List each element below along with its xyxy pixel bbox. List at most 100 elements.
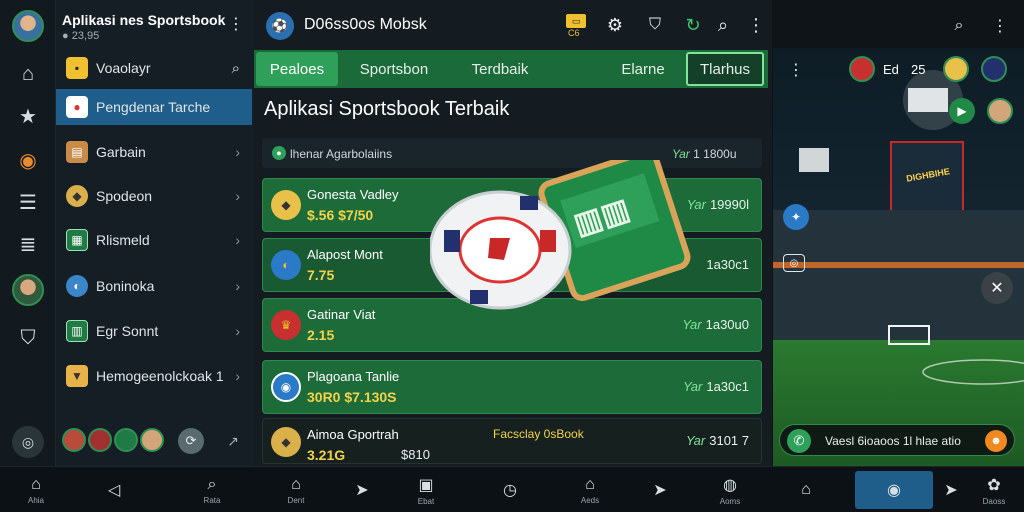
refresh-icon[interactable]: ↻	[682, 14, 704, 36]
menu-item-rlismeld[interactable]: ▦ Rlismeld ›	[56, 220, 252, 260]
power-icon[interactable]: ◎	[12, 426, 44, 458]
sports-ball-icon[interactable]: ⟳	[178, 428, 204, 454]
friend-avatar[interactable]	[88, 428, 112, 452]
menu-item-label: Garbain	[96, 144, 146, 160]
menu-item-hemogeenolckoak[interactable]: ▼ Hemogeenolckoak 1 ›	[56, 356, 252, 396]
shield-icon[interactable]: ⛉	[644, 14, 666, 36]
stats-icon[interactable]: ✦	[783, 204, 809, 230]
match-row[interactable]: ◉ Plagoana Tanlie 30R0 $7.130S Yar 1a30c1	[262, 360, 762, 414]
match-time-value: 1a30c1	[706, 257, 749, 272]
nav-aoms[interactable]: ◍ Aoms	[700, 471, 760, 509]
page-heading: Aplikasi Sportsbook Terbaik	[264, 98, 510, 120]
nav-home[interactable]: ⌂ Ahia	[6, 471, 66, 509]
filter-number: 1 1800u	[693, 147, 737, 161]
menu-item-boninoka[interactable]: ◐ Boninoka ›	[56, 266, 252, 306]
nav-back[interactable]: ◁	[84, 471, 144, 509]
tab-elarne[interactable]: Elarne	[600, 52, 686, 86]
nav-clock[interactable]: ◷	[480, 471, 540, 509]
settings-icon[interactable]: ⚙	[604, 14, 626, 36]
match-odds: $.56 $7/50	[307, 207, 374, 223]
back-arrow-icon: ◁	[107, 482, 121, 499]
nav-send[interactable]: ➤	[630, 471, 690, 509]
nav-label: Dent	[287, 495, 305, 505]
team-badge	[981, 56, 1007, 82]
friend-avatar[interactable]	[62, 428, 86, 452]
trophy-icon[interactable]: ◉	[12, 144, 44, 176]
more-vertical-icon[interactable]: ⋮	[747, 14, 765, 36]
list-icon[interactable]: ≣	[12, 228, 44, 260]
tab-sportsbon[interactable]: Sportsbon	[340, 52, 448, 86]
side-menu: Aplikasi nes Sportsbook ● 23,95 ⋮ ▪ Voao…	[56, 0, 254, 466]
tab-pealoes[interactable]: Pealoes	[256, 52, 338, 86]
close-icon[interactable]: ✕	[981, 272, 1013, 304]
player-avatar[interactable]	[987, 98, 1013, 124]
profile-avatar[interactable]	[12, 274, 44, 306]
match-odds: 30R0 $7.130S	[307, 389, 397, 405]
friend-avatar[interactable]	[114, 428, 138, 452]
nav-send-right[interactable]: ➤	[936, 471, 966, 509]
nav-label: Daoss	[982, 496, 1006, 506]
promo-label[interactable]: Facsclay 0sBook	[493, 427, 584, 441]
wallet-icon[interactable]: ▭	[566, 14, 586, 28]
chevron-right-icon: ›	[235, 278, 240, 294]
live-stream-panel[interactable]: DIGHBIHE ⌕ ⋮ ⋮ Ed 25 ▶ ✦ ◎ ✕ ✆ Vaesl 6io…	[773, 0, 1024, 466]
nav-ebat[interactable]: ▣ Ebat	[396, 471, 456, 509]
camera-icon[interactable]: ◎	[783, 254, 805, 272]
share-arrow-icon[interactable]: ↗	[224, 432, 242, 450]
match-time: Yar 3101 7	[686, 433, 749, 448]
nav-dent[interactable]: ⌂ Dent	[266, 471, 326, 509]
more-vertical-icon[interactable]: ⋮	[228, 14, 244, 34]
team-crest-icon: ♛	[271, 310, 301, 340]
nav-send[interactable]: ➤	[332, 471, 392, 509]
document-icon[interactable]: ☰	[12, 186, 44, 218]
match-time-prefix: Yar	[683, 379, 703, 394]
menu-item-label: Hemogeenolckoak 1	[96, 368, 224, 384]
shield-icon[interactable]: ⛉	[12, 322, 44, 354]
match-odds: 3.21G	[307, 447, 346, 463]
emoji-icon[interactable]: ☻	[985, 430, 1007, 452]
nav-daoss[interactable]: ✿ Daoss	[966, 471, 1022, 509]
home-icon[interactable]: ⌂	[12, 58, 44, 90]
send-icon: ➤	[355, 482, 369, 499]
nav-home-right[interactable]: ⌂	[776, 471, 836, 509]
filter-value: Yar 1 1800u	[672, 147, 737, 161]
score-away: 25	[911, 62, 926, 77]
match-name: Plagoana Tanlie	[307, 369, 400, 384]
tab-terdbaik[interactable]: Terdbaik	[450, 52, 550, 86]
nav-label: Rata	[203, 495, 221, 505]
team-crest-icon: ◆	[271, 427, 301, 457]
nav-live[interactable]: ◉	[855, 471, 933, 509]
phone-icon[interactable]: ✆	[787, 429, 811, 453]
menu-item-garbain[interactable]: ▤ Garbain ›	[56, 132, 252, 172]
friend-avatar[interactable]	[140, 428, 164, 452]
search-icon[interactable]: ⌕	[712, 14, 734, 36]
menu-item-egr-sonnt[interactable]: ▥ Egr Sonnt ›	[56, 311, 252, 351]
team-crest-icon: ◆	[271, 190, 301, 220]
menu-item-voaolayr[interactable]: ▪ Voaolayr ⌕	[56, 48, 252, 88]
chevron-right-icon: ›	[235, 368, 240, 384]
more-vertical-icon[interactable]: ⋮	[788, 60, 804, 80]
match-name: Gonesta Vadley	[307, 187, 399, 202]
star-icon[interactable]: ★	[12, 100, 44, 132]
tab-tlarhus[interactable]: Tlarhus	[686, 52, 764, 86]
nav-search[interactable]: ⌕ Rata	[182, 471, 242, 509]
header-title: D06ss0os Mobsk	[304, 16, 427, 33]
ticket-icon: ▪	[66, 57, 88, 79]
menu-item-spodeon[interactable]: ◆ Spodeon ›	[56, 176, 252, 216]
nav-aeds[interactable]: ⌂ Aeds	[560, 471, 620, 509]
nav-label: Aeds	[580, 495, 600, 505]
app-title: Aplikasi nes Sportsbook	[62, 12, 226, 28]
search-icon[interactable]: ⌕	[949, 16, 969, 36]
casino-chip-illustration: ▥▥	[430, 160, 691, 310]
send-icon: ➤	[944, 482, 958, 499]
crest-icon: ▼	[66, 365, 88, 387]
filter-icon: ●	[272, 146, 286, 160]
match-row[interactable]: ◆ Aimoa Gportrah 3.21G $810 Facsclay 0sB…	[262, 418, 762, 464]
search-icon[interactable]: ⌕	[232, 60, 240, 77]
user-avatar[interactable]	[12, 10, 44, 42]
team-badge	[943, 56, 969, 82]
menu-item-pengdenar[interactable]: ● Pengdenar Tarche	[56, 89, 252, 125]
live-icon[interactable]: ▶	[949, 98, 975, 124]
app-subtitle-text: 23,95	[71, 30, 100, 42]
more-vertical-icon[interactable]: ⋮	[992, 16, 1008, 36]
